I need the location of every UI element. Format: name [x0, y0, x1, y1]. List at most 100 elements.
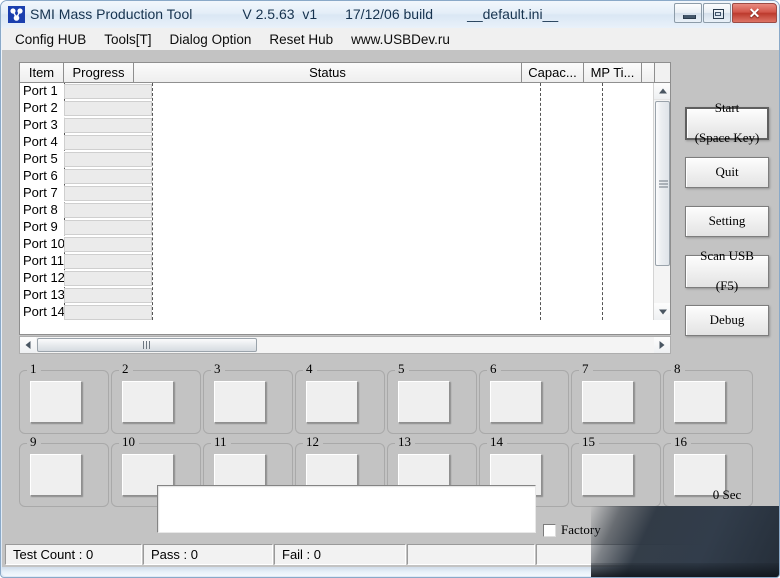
window-controls: ✕	[673, 3, 777, 24]
application-window: SMI Mass Production Tool V 2.5.63 v1 17/12…	[0, 0, 780, 578]
log-textbox[interactable]	[157, 485, 536, 533]
setting-button[interactable]: Setting	[685, 206, 769, 237]
usb-slot-indicator[interactable]	[490, 381, 542, 423]
usb-slot-indicator[interactable]	[674, 381, 726, 423]
table-body[interactable]: Port 1 Port 2 Port 3 Port 4 Port 5 Port 6 Port…	[20, 83, 655, 320]
table-row[interactable]: Port 13	[20, 287, 655, 304]
usb-slot-8[interactable]: 8	[663, 362, 753, 434]
column-header-status[interactable]: Status	[134, 63, 522, 82]
usb-slot-7[interactable]: 7	[571, 362, 661, 434]
table-row[interactable]: Port 14	[20, 304, 655, 320]
quit-button[interactable]: Quit	[685, 157, 769, 188]
horizontal-scroll-thumb[interactable]	[37, 338, 257, 352]
window-bottom-edge	[2, 567, 779, 576]
window-title-text: SMI Mass Production Tool	[30, 6, 193, 22]
menu-item-reset-hub[interactable]: Reset Hub	[263, 30, 341, 49]
scroll-up-button[interactable]	[654, 83, 670, 100]
client-area: Item Progress Status Capac... MP Ti... P…	[2, 50, 779, 541]
factory-checkbox[interactable]: Factory	[543, 522, 601, 538]
window-build-date: 17/12/06 build	[345, 6, 434, 22]
close-button[interactable]: ✕	[732, 3, 777, 23]
menu-item-tools[interactable]: Tools[T]	[98, 30, 159, 49]
usb-slot-9[interactable]: 9	[19, 435, 109, 507]
usb-slot-label: 15	[579, 435, 599, 449]
column-header-progress[interactable]: Progress	[64, 63, 134, 82]
usb-slot-5[interactable]: 5	[387, 362, 477, 434]
table-row[interactable]: Port 2	[20, 100, 655, 117]
status-pass: Pass : 0	[143, 544, 273, 565]
usb-slot-indicator[interactable]	[582, 454, 634, 496]
usb-slot-3[interactable]: 3	[203, 362, 293, 434]
scroll-down-button[interactable]	[654, 303, 670, 320]
table-row[interactable]: Port 11	[20, 253, 655, 270]
column-header-item[interactable]: Item	[20, 63, 64, 82]
start-button[interactable]: Start (Space Key)	[685, 100, 769, 145]
vertical-scroll-thumb[interactable]	[655, 101, 670, 266]
restore-icon-inner	[715, 12, 721, 16]
menu-item-config-hub[interactable]: Config HUB	[9, 30, 94, 49]
table-cell-progress	[64, 84, 152, 99]
usb-slot-indicator[interactable]	[30, 381, 82, 423]
usb-slot-6[interactable]: 6	[479, 362, 569, 434]
usb-slot-indicator[interactable]	[398, 381, 450, 423]
table-row[interactable]: Port 12	[20, 270, 655, 287]
scroll-up-icon	[658, 88, 667, 94]
table-cell-item: Port 3	[23, 117, 58, 132]
table-row[interactable]: Port 10	[20, 236, 655, 253]
usb-slot-label: 10	[119, 435, 139, 449]
status-extra-1	[407, 544, 535, 565]
usb-slot-label: 2	[119, 362, 133, 376]
close-icon: ✕	[748, 5, 761, 21]
column-header-extra[interactable]	[642, 63, 655, 82]
table-row[interactable]: Port 6	[20, 168, 655, 185]
table-cell-progress	[64, 271, 152, 286]
table-row[interactable]: Port 4	[20, 134, 655, 151]
usb-slot-1[interactable]: 1	[19, 362, 109, 434]
scroll-right-button[interactable]	[654, 337, 670, 353]
table-cell-item: Port 9	[23, 219, 58, 234]
usb-slot-4[interactable]: 4	[295, 362, 385, 434]
scroll-left-button[interactable]	[20, 337, 36, 353]
scan-usb-button[interactable]: Scan USB (F5)	[685, 248, 769, 293]
menu-item-dialog-option[interactable]: Dialog Option	[164, 30, 260, 49]
scroll-right-icon	[659, 341, 665, 349]
usb-slot-label: 11	[211, 435, 231, 449]
table-row[interactable]: Port 8	[20, 202, 655, 219]
menu-item-usbdev-link[interactable]: www.USBDev.ru	[345, 30, 458, 49]
start-button-shortcut: (Space Key)	[694, 129, 760, 145]
usb-slot-label: 7	[579, 362, 593, 376]
table-cell-item: Port 1	[23, 83, 58, 98]
status-fail: Fail : 0	[274, 544, 406, 565]
usb-slot-indicator[interactable]	[122, 381, 174, 423]
restore-button[interactable]	[703, 3, 731, 23]
table-horizontal-scrollbar[interactable]	[19, 336, 671, 354]
table-cell-progress	[64, 220, 152, 235]
window-revision: v1	[302, 6, 318, 22]
table-cell-progress	[64, 186, 152, 201]
table-row[interactable]: Port 5	[20, 151, 655, 168]
usb-slot-label: 12	[303, 435, 323, 449]
table-row[interactable]: Port 3	[20, 117, 655, 134]
minimize-icon	[683, 15, 696, 19]
usb-slot-indicator[interactable]	[306, 381, 358, 423]
usb-slot-label: 6	[487, 362, 501, 376]
window-version: V 2.5.63	[242, 6, 295, 22]
table-vertical-scrollbar[interactable]	[653, 83, 670, 320]
table-cell-progress	[64, 288, 152, 303]
usb-slot-2[interactable]: 2	[111, 362, 201, 434]
factory-checkbox-box[interactable]	[543, 523, 556, 537]
usb-slot-indicator[interactable]	[582, 381, 634, 423]
table-cell-item: Port 2	[23, 100, 58, 115]
table-row[interactable]: Port 9	[20, 219, 655, 236]
debug-button[interactable]: Debug	[685, 305, 769, 336]
table-cell-item: Port 4	[23, 134, 58, 149]
column-header-mp-time[interactable]: MP Ti...	[584, 63, 642, 82]
usb-slot-15[interactable]: 15	[571, 435, 661, 507]
scan-usb-button-label: Scan USB	[700, 248, 754, 264]
table-row[interactable]: Port 1	[20, 83, 655, 100]
minimize-button[interactable]	[674, 3, 702, 23]
table-row[interactable]: Port 7	[20, 185, 655, 202]
usb-slot-indicator[interactable]	[30, 454, 82, 496]
column-header-capacity[interactable]: Capac...	[522, 63, 584, 82]
usb-slot-indicator[interactable]	[214, 381, 266, 423]
